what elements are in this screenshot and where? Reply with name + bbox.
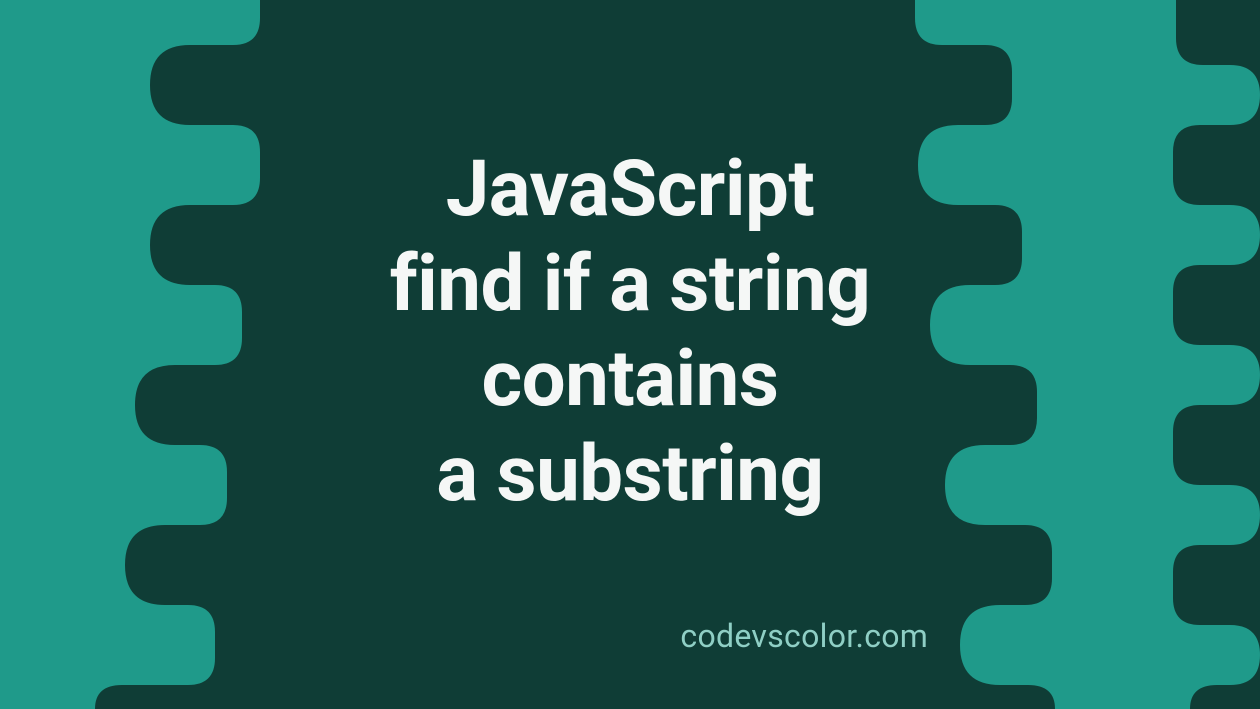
- title-line-3: contains: [180, 332, 1080, 427]
- decorative-blob-right: [1060, 0, 1260, 709]
- title-block: JavaScript find if a string contains a s…: [180, 141, 1080, 522]
- attribution-text: codevscolor.com: [680, 617, 928, 655]
- title-line-2: find if a string: [180, 237, 1080, 332]
- title-line-1: JavaScript: [180, 141, 1080, 236]
- title-line-4: a substring: [180, 427, 1080, 522]
